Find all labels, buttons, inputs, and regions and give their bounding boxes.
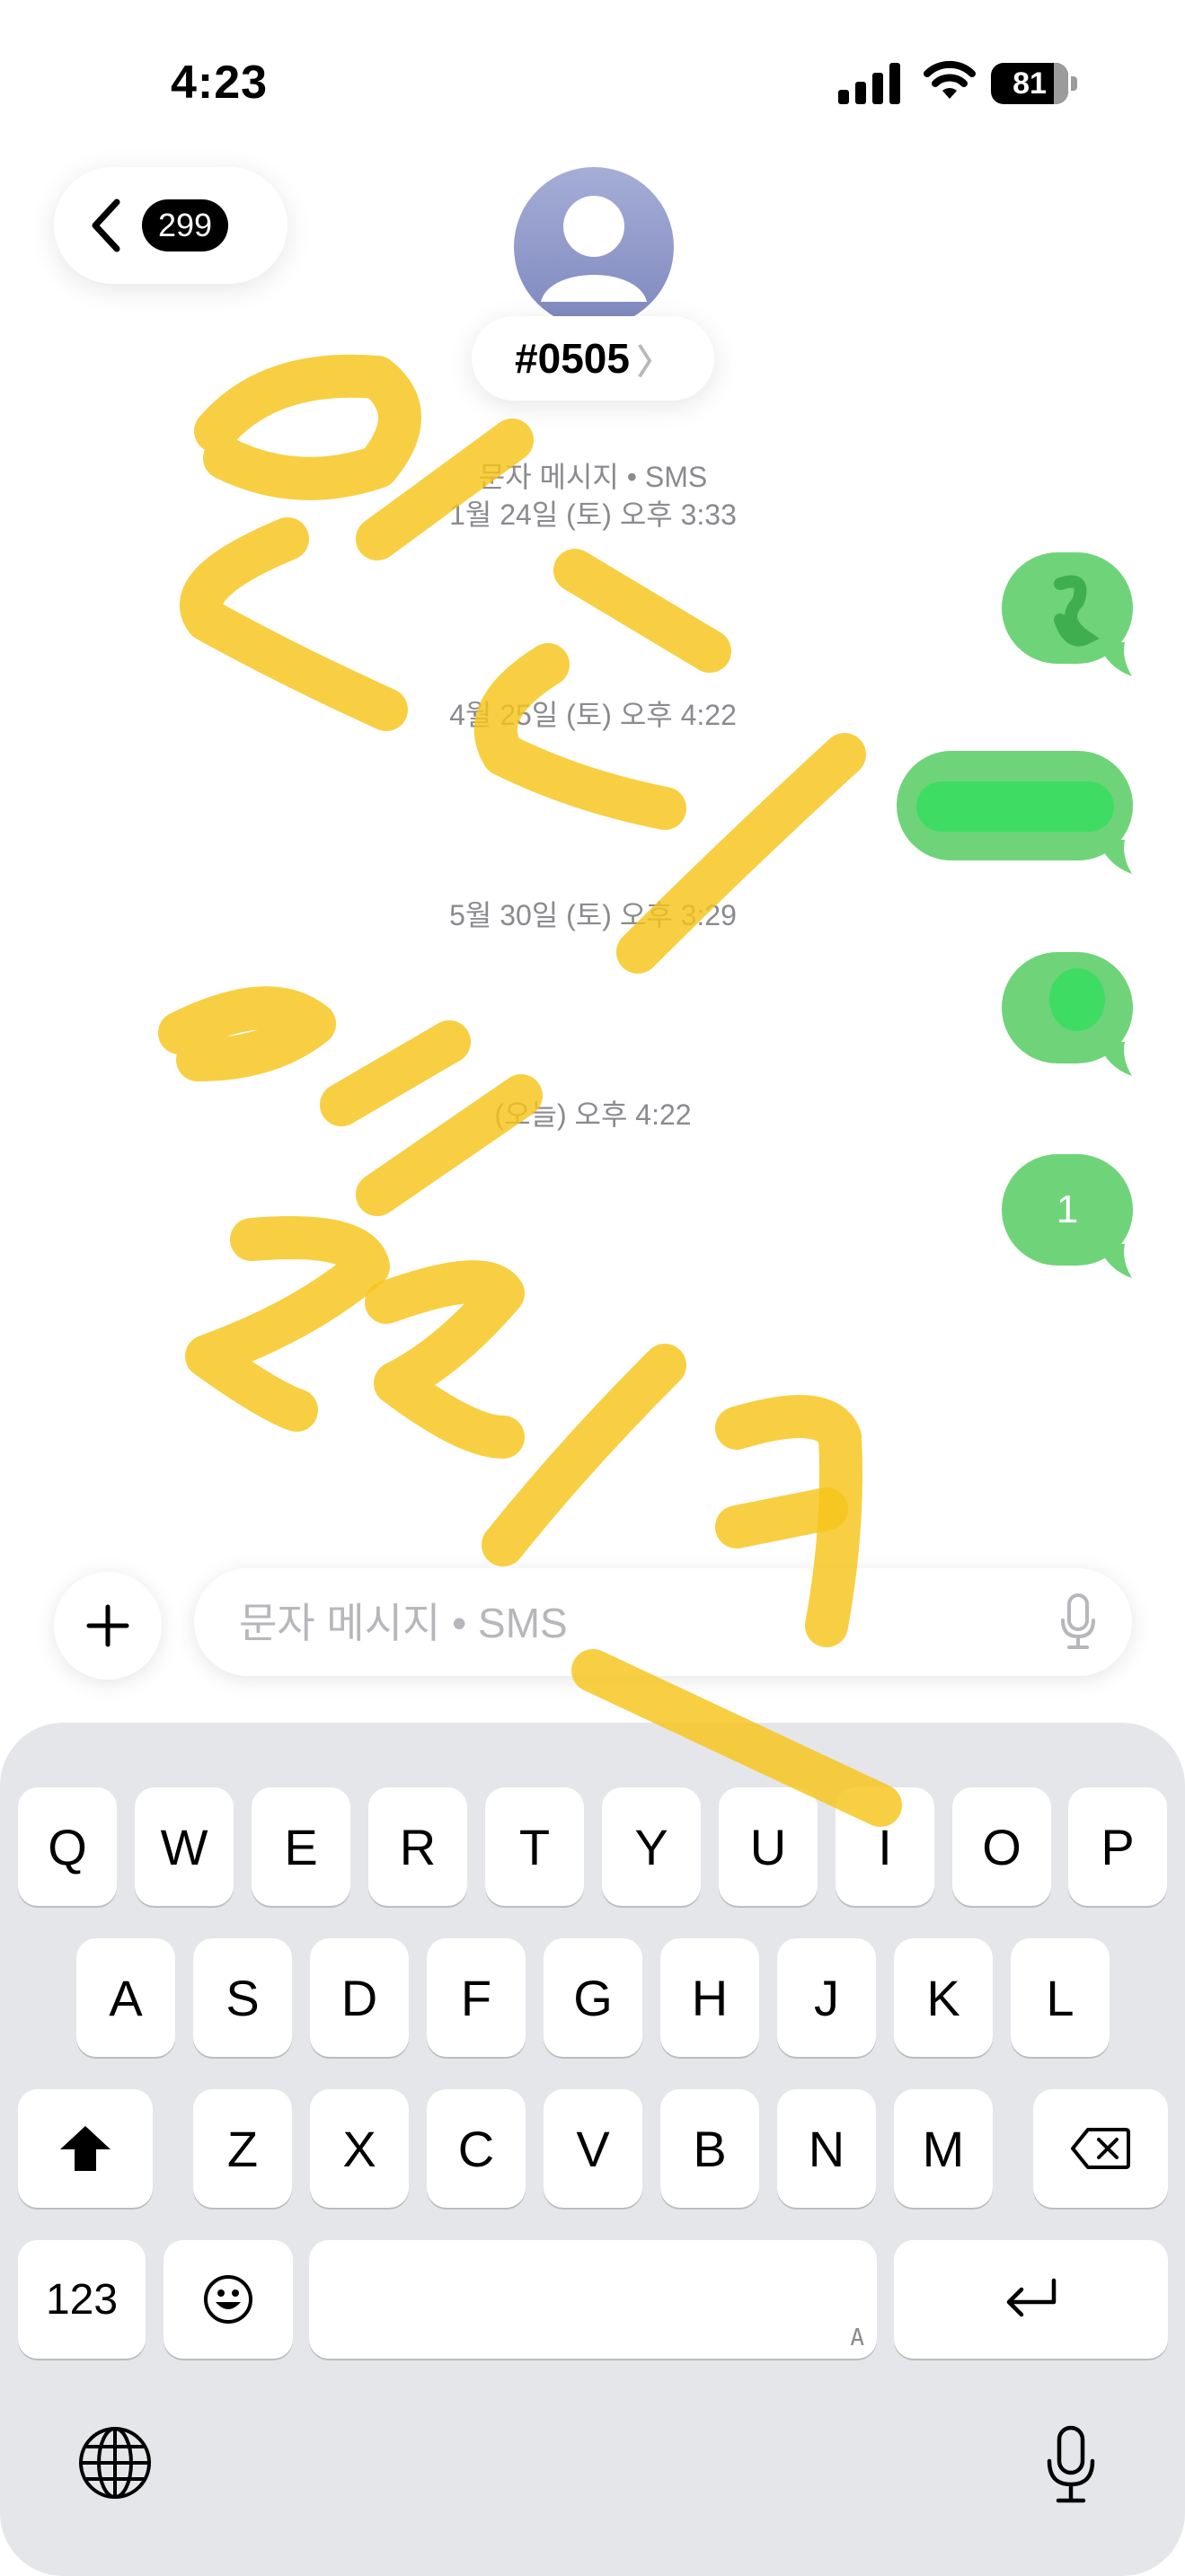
- timestamp-1: 문자 메시지 • SMS 1월 24일 (토) 오후 3:33: [323, 458, 862, 534]
- space-key[interactable]: A: [309, 2240, 877, 2359]
- key-o[interactable]: O: [952, 1787, 1051, 1906]
- wifi-icon: [924, 60, 976, 99]
- delete-icon: [1071, 2128, 1130, 2169]
- return-icon: [1006, 2278, 1056, 2317]
- microphone-icon[interactable]: [1060, 1593, 1096, 1651]
- key-p[interactable]: P: [1068, 1787, 1167, 1906]
- key-m[interactable]: M: [894, 2089, 993, 2208]
- dictation-icon[interactable]: [1044, 2425, 1098, 2506]
- key-v[interactable]: V: [544, 2089, 642, 2208]
- key-q[interactable]: Q: [18, 1787, 117, 1906]
- timestamp-3: 5월 30일 (토) 오후 3:29: [449, 899, 737, 931]
- redaction-scribble: [916, 781, 1114, 832]
- redaction-scribble: [1049, 968, 1105, 1031]
- timestamp-2: 4월 25일 (토) 오후 4:22: [449, 699, 737, 731]
- return-key[interactable]: [894, 2240, 1168, 2359]
- key-s[interactable]: S: [193, 1938, 292, 2057]
- unread-count-badge: 299: [142, 199, 229, 251]
- globe-icon[interactable]: [77, 2425, 153, 2501]
- battery-icon: 81: [991, 63, 1077, 104]
- shift-icon: [60, 2126, 111, 2171]
- key-t[interactable]: T: [485, 1787, 584, 1906]
- avatar-person-icon: [541, 196, 647, 302]
- bubble-tail: [1098, 1042, 1132, 1076]
- key-w[interactable]: W: [135, 1787, 234, 1906]
- status-time: 4:23: [171, 57, 269, 109]
- back-chevron-icon: [92, 198, 120, 252]
- timestamp-line: 1월 24일 (토) 오후 3:33: [449, 498, 737, 531]
- back-button[interactable]: 299: [54, 167, 287, 284]
- key-e[interactable]: E: [252, 1787, 350, 1906]
- key-u[interactable]: U: [719, 1787, 818, 1906]
- key-d[interactable]: D: [310, 1938, 409, 2057]
- keyboard: Q W E R T Y U I O P A S D F G H J K L Z …: [0, 1723, 1185, 2576]
- contact-name: #0505: [515, 335, 630, 382]
- key-l[interactable]: L: [1011, 1938, 1110, 2057]
- key-h[interactable]: H: [660, 1938, 759, 2057]
- contact-name-button[interactable]: #0505 〉: [472, 316, 714, 401]
- message-input[interactable]: [237, 1593, 1013, 1653]
- space-key-hint: A: [850, 2325, 864, 2351]
- bubble-tail: [1098, 840, 1132, 874]
- key-b[interactable]: B: [660, 2089, 759, 2208]
- add-attachment-button[interactable]: [54, 1572, 162, 1680]
- key-z[interactable]: Z: [193, 2089, 292, 2208]
- key-y[interactable]: Y: [602, 1787, 701, 1906]
- emoji-icon: [204, 2275, 252, 2324]
- key-f[interactable]: F: [427, 1938, 526, 2057]
- key-i[interactable]: I: [836, 1787, 934, 1906]
- chevron-right-icon: 〉: [636, 343, 671, 382]
- emoji-key[interactable]: [164, 2240, 293, 2359]
- key-x[interactable]: X: [310, 2089, 409, 2208]
- key-k[interactable]: K: [894, 1938, 993, 2057]
- key-c[interactable]: C: [427, 2089, 526, 2208]
- plus-icon: [86, 1604, 129, 1647]
- avatar[interactable]: [514, 167, 674, 327]
- bubble-tail: [1098, 1244, 1132, 1278]
- signal-icon: [838, 63, 900, 104]
- timestamp-4: (오늘) 오후 4:22: [494, 1098, 692, 1131]
- delete-key[interactable]: [1033, 2089, 1168, 2208]
- key-g[interactable]: G: [544, 1938, 642, 2057]
- key-a[interactable]: A: [76, 1938, 175, 2057]
- shift-key[interactable]: [18, 2089, 153, 2208]
- numbers-key[interactable]: 123: [18, 2240, 146, 2359]
- redaction-scribble: [1054, 575, 1100, 647]
- battery-level: 81: [1013, 66, 1047, 101]
- key-r[interactable]: R: [368, 1787, 467, 1906]
- timestamp-line: 문자 메시지 • SMS: [478, 461, 708, 493]
- key-j[interactable]: J: [777, 1938, 876, 2057]
- key-n[interactable]: N: [777, 2089, 876, 2208]
- message-field[interactable]: [194, 1568, 1132, 1676]
